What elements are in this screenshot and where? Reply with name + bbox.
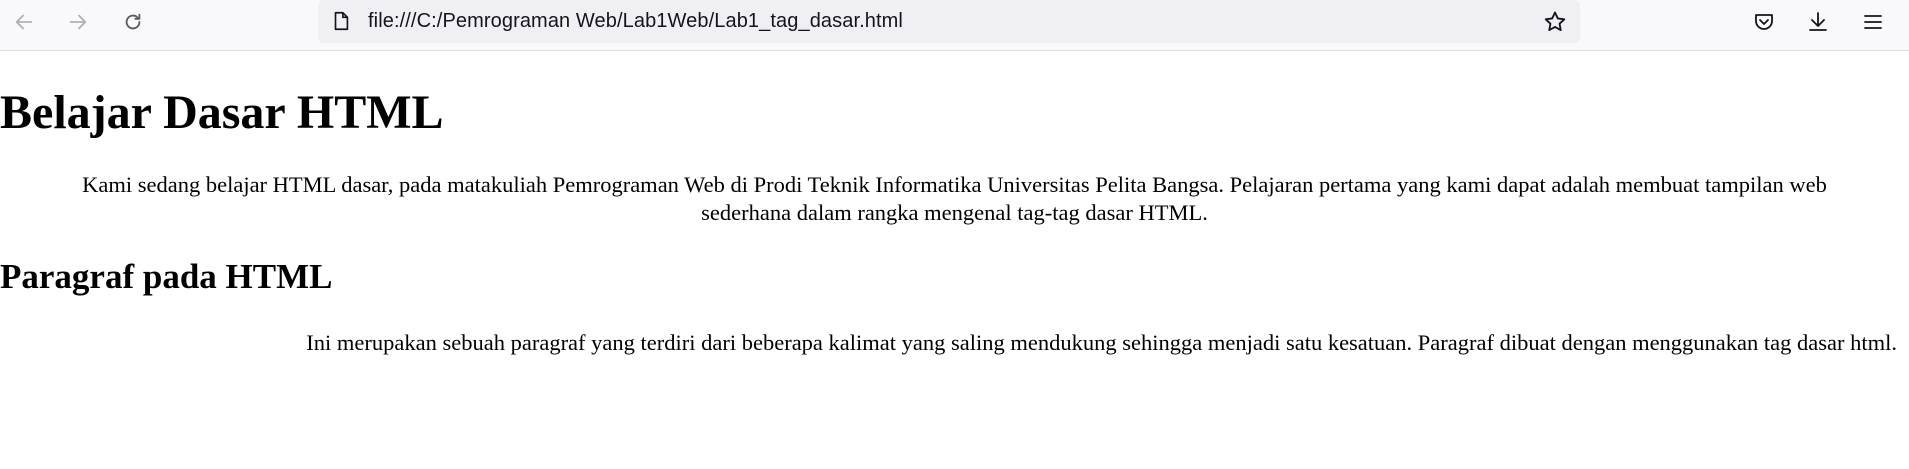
menu-button[interactable] (1851, 4, 1895, 40)
downloads-button[interactable] (1796, 4, 1840, 40)
forward-arrow-icon (69, 14, 87, 30)
star-icon[interactable] (1542, 9, 1568, 35)
page-heading: Belajar Dasar HTML (0, 86, 444, 139)
pocket-icon (1755, 14, 1773, 30)
back-arrow-icon (15, 14, 33, 30)
url-text[interactable]: file:///C:/Pemrograman Web/Lab1Web/Lab1_… (368, 10, 903, 33)
intro-paragraph: Kami sedang belajar HTML dasar, pada mat… (0, 171, 1909, 227)
body-paragraph: Ini merupakan sebuah paragraf yang terdi… (306, 330, 1897, 355)
forward-button[interactable] (58, 4, 98, 40)
reload-icon (125, 13, 141, 30)
page-icon (334, 11, 349, 31)
back-button[interactable] (4, 4, 44, 40)
url-bar[interactable]: file:///C:/Pemrograman Web/Lab1Web/Lab1_… (318, 0, 1580, 43)
intro-line-2: sederhana dalam rangka mengenal tag-tag … (701, 200, 1208, 225)
section-heading: Paragraf pada HTML (0, 257, 333, 296)
pocket-button[interactable] (1742, 4, 1786, 40)
download-icon (1809, 12, 1827, 31)
hamburger-menu-icon (1864, 15, 1882, 29)
reload-button[interactable] (113, 4, 153, 40)
intro-line-1: Kami sedang belajar HTML dasar, pada mat… (82, 172, 1827, 197)
browser-toolbar: file:///C:/Pemrograman Web/Lab1Web/Lab1_… (0, 0, 1909, 51)
